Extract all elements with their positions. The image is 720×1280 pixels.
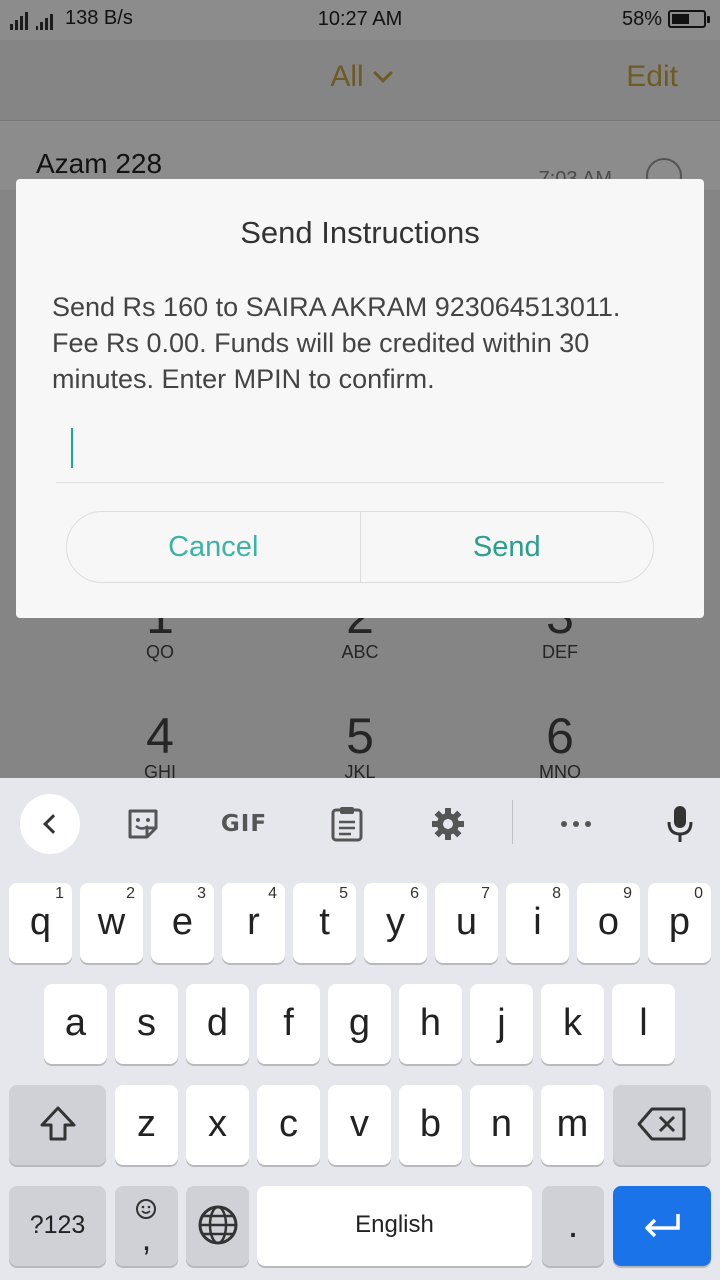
key-x[interactable]: x [186,1085,249,1165]
shift-icon [40,1106,75,1141]
key-z[interactable]: z [115,1085,178,1165]
backspace-icon [637,1107,686,1141]
symbols-key[interactable]: ?123 [9,1186,106,1266]
space-bar[interactable]: English [257,1186,532,1266]
key-char: r [247,901,260,943]
key-char: o [597,901,620,943]
key-l[interactable]: l [612,984,675,1064]
toolbar-divider [512,800,513,844]
keyboard-toolbar: GIF [0,778,720,870]
key-hint: 6 [410,885,419,902]
send-instructions-dialog: Send Instructions Send Rs 160 to SAIRA A… [16,179,704,618]
more-icon[interactable] [546,794,606,854]
emoji-comma-key[interactable]: , [115,1186,178,1266]
key-h[interactable]: h [399,984,462,1064]
gif-icon[interactable]: GIF [214,794,274,854]
key-f[interactable]: f [257,984,320,1064]
key-m[interactable]: m [541,1085,604,1165]
sticker-icon[interactable] [113,794,173,854]
key-hint: 0 [694,885,703,902]
key-b[interactable]: b [399,1085,462,1165]
key-hint: 3 [197,885,206,902]
key-char: w [97,901,126,943]
microphone-icon[interactable] [650,794,710,854]
key-n[interactable]: n [470,1085,533,1165]
key-hint: 7 [481,885,490,902]
dialog-message: Send Rs 160 to SAIRA AKRAM 923064513011.… [52,292,621,394]
key-s[interactable]: s [115,984,178,1064]
key-i[interactable]: i8 [506,883,569,963]
key-hint: 5 [339,885,348,902]
key-char: y [386,901,405,943]
cancel-button[interactable]: Cancel [67,512,360,582]
key-char: q [29,901,52,943]
key-hint: 1 [55,885,64,902]
key-p[interactable]: p0 [648,883,711,963]
key-char: i [533,901,542,943]
globe-icon [198,1205,237,1245]
gif-label: GIF [220,811,268,837]
dialog-title: Send Instructions [240,215,480,250]
key-char: p [668,901,691,943]
mpin-input[interactable] [56,411,664,483]
text-cursor [71,428,73,468]
shift-key[interactable] [9,1085,106,1165]
key-a[interactable]: a [44,984,107,1064]
clipboard-icon[interactable] [317,794,377,854]
key-y[interactable]: y6 [364,883,427,963]
key-hint: 4 [268,885,277,902]
language-key[interactable] [186,1186,249,1266]
key-hint: 2 [126,885,135,902]
period-key[interactable]: . [542,1186,604,1266]
back-icon[interactable] [20,794,80,854]
key-r[interactable]: r4 [222,883,285,963]
key-q[interactable]: q1 [9,883,72,963]
key-c[interactable]: c [257,1085,320,1165]
key-o[interactable]: o9 [577,883,640,963]
dialog-buttons: Cancel Send [66,511,654,583]
key-w[interactable]: w2 [80,883,143,963]
key-char: e [171,901,194,943]
key-hint: 9 [623,885,632,902]
key-v[interactable]: v [328,1085,391,1165]
enter-icon [645,1214,680,1238]
key-k[interactable]: k [541,984,604,1064]
key-t[interactable]: t5 [293,883,356,963]
soft-keyboard: GIF q1 w2 e3 r4 t5 y6 u7 i8 o9 p0 a s d … [0,778,720,1280]
key-hint: 8 [552,885,561,902]
emoji-icon [136,1199,156,1219]
key-char: t [319,901,330,943]
key-char: u [455,901,478,943]
key-u[interactable]: u7 [435,883,498,963]
enter-key[interactable] [613,1186,711,1266]
comma-label: , [141,1220,152,1258]
send-button[interactable]: Send [359,512,654,582]
key-j[interactable]: j [470,984,533,1064]
key-d[interactable]: d [186,984,249,1064]
key-e[interactable]: e3 [151,883,214,963]
key-g[interactable]: g [328,984,391,1064]
backspace-key[interactable] [613,1085,711,1165]
settings-icon[interactable] [418,794,478,854]
